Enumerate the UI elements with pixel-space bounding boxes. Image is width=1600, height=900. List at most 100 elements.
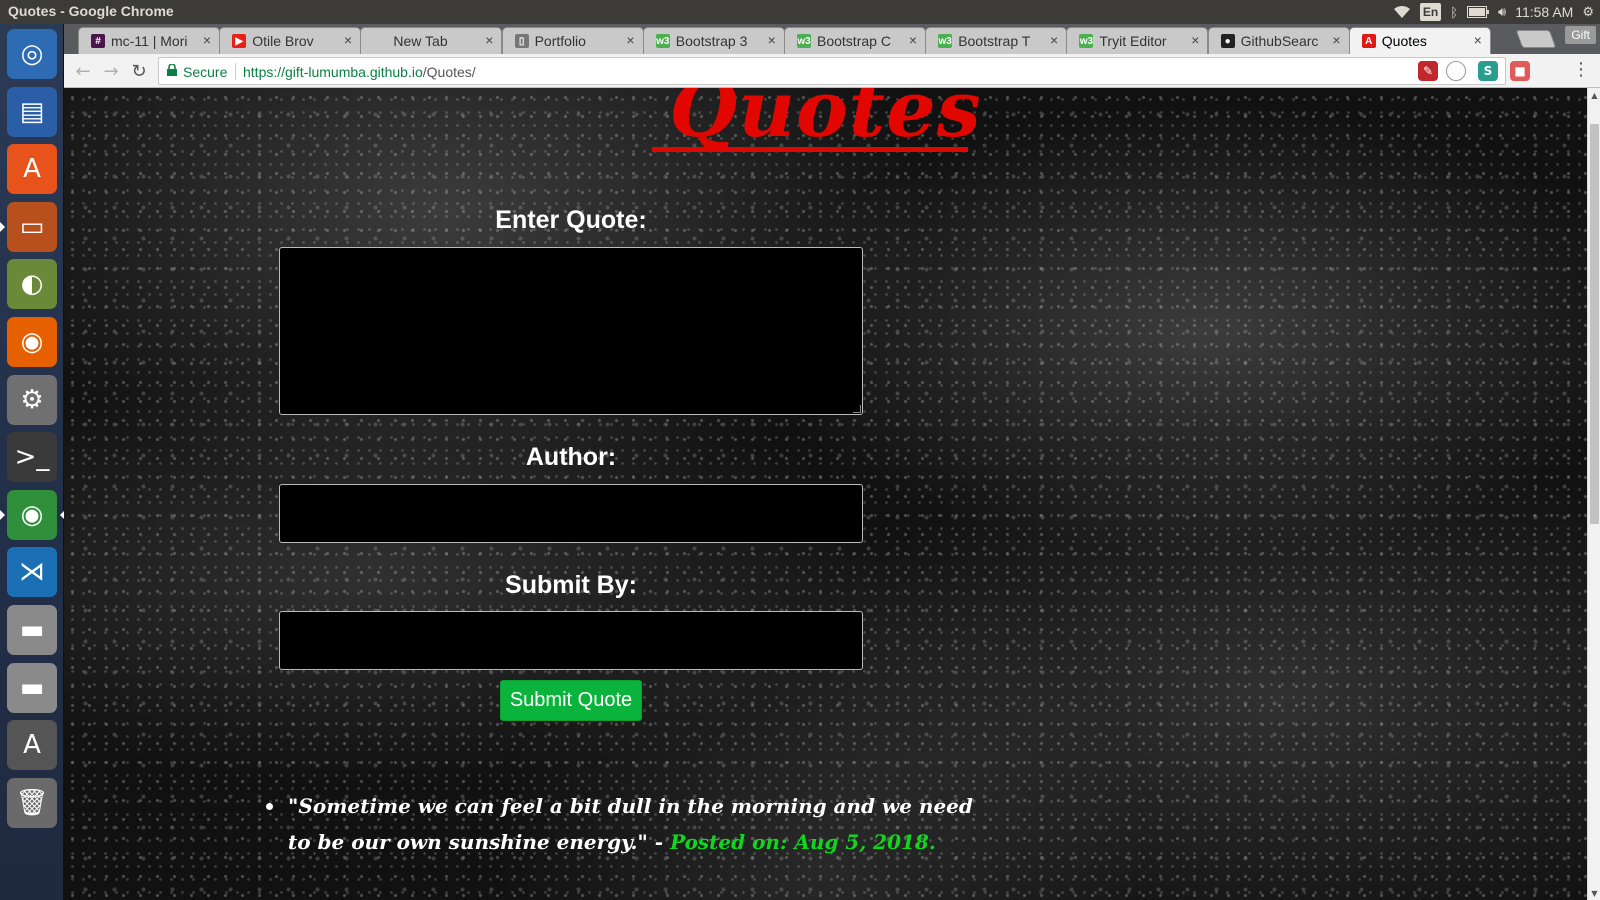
trash-icon[interactable]: 🗑	[7, 777, 57, 828]
profile-button[interactable]: Gift	[1565, 26, 1596, 44]
address-bar[interactable]: Secure https://gift-lumumba.github.io/Qu…	[158, 57, 1506, 85]
battery-icon[interactable]	[1467, 3, 1490, 21]
tab-2[interactable]: New Tab ×	[360, 27, 503, 54]
scroll-down-arrow-icon[interactable]: ▼	[1588, 886, 1600, 900]
ubuntu-dash-glyph: ◎	[20, 39, 44, 69]
close-icon[interactable]: ×	[1474, 32, 1482, 48]
close-icon[interactable]: ×	[203, 32, 211, 48]
close-icon[interactable]: ×	[485, 32, 493, 48]
author-label: Author:	[525, 443, 617, 471]
software-updater-glyph: A	[23, 730, 41, 761]
bluetooth-icon[interactable]: ᛒ	[1450, 3, 1458, 21]
submit-by-input[interactable]	[279, 611, 863, 670]
system-settings-icon[interactable]: ⚙	[7, 374, 57, 425]
quote-list: "Sometime we can feel a bit dull in the …	[264, 788, 984, 860]
resize-handle[interactable]	[853, 405, 861, 413]
page-title: Quotes	[669, 88, 982, 155]
writer-glyph: ▤	[19, 96, 45, 127]
tab-favicon-icon	[373, 34, 387, 48]
lock-icon	[167, 64, 177, 76]
close-icon[interactable]: ×	[909, 32, 917, 48]
page-scrollbar[interactable]: ▲ ▼	[1587, 88, 1600, 900]
tab-favicon-icon: w3	[797, 34, 811, 48]
extension-camera-icon[interactable]: ■	[1510, 61, 1530, 81]
extension-red-icon[interactable]: ✎	[1418, 61, 1438, 81]
system-tray: En ᛒ 🔊︎ 11:58 AM ⚙	[1393, 0, 1594, 24]
list-item: "Sometime we can feel a bit dull in the …	[264, 788, 984, 860]
close-icon[interactable]: ×	[1332, 32, 1340, 48]
close-icon[interactable]: ×	[768, 32, 776, 48]
running-indicator	[0, 221, 5, 232]
tab-6[interactable]: w3 Bootstrap T ×	[925, 27, 1068, 54]
system-settings-glyph: ⚙	[20, 384, 44, 415]
author-input[interactable]	[279, 484, 863, 543]
tab-0[interactable]: # mc-11 | Mori ×	[78, 27, 220, 54]
new-tab-button[interactable]	[1515, 30, 1557, 48]
close-icon[interactable]: ×	[344, 32, 352, 48]
extension-circle-icon[interactable]	[1446, 61, 1466, 81]
wifi-icon[interactable]	[1393, 3, 1411, 21]
tab-3[interactable]: ▯ Portfolio ×	[501, 27, 644, 54]
files-icon[interactable]: ▭	[7, 201, 57, 252]
divider	[235, 63, 236, 80]
tab-4[interactable]: w3 Bootstrap 3 ×	[642, 27, 785, 54]
close-icon[interactable]: ×	[1050, 32, 1058, 48]
vscode-glyph: ⋊	[19, 557, 45, 588]
drive-2-glyph: ▬	[19, 672, 45, 703]
tab-favicon-icon: ▶	[232, 34, 247, 48]
scroll-thumb[interactable]	[1590, 124, 1599, 524]
disk-usage-glyph: ◐	[20, 269, 44, 300]
keyboard-layout-indicator[interactable]: En	[1419, 3, 1442, 21]
url-path: /Quotes/	[422, 64, 476, 80]
window-title: Quotes - Google Chrome	[8, 3, 174, 19]
tab-favicon-icon: A	[1361, 34, 1376, 48]
firefox-icon[interactable]: ◉	[7, 317, 57, 367]
software-center-icon[interactable]: A	[7, 144, 57, 195]
vscode-icon[interactable]: ⋊	[7, 547, 57, 598]
page-viewport: Quotes Enter Quote: Author: Submit By: S…	[64, 88, 1587, 900]
extension-s-icon[interactable]: S	[1478, 61, 1498, 81]
url-text[interactable]: https://gift-lumumba.github.io/Quotes/	[243, 64, 476, 80]
tab-favicon-icon: ●	[1220, 34, 1235, 48]
tab-5[interactable]: w3 Bootstrap C ×	[784, 27, 926, 54]
tab-favicon-icon: w3	[655, 34, 670, 48]
close-icon[interactable]: ×	[626, 32, 634, 48]
tab-1[interactable]: ▶ Otile Brov ×	[219, 27, 362, 54]
drive-icon-2[interactable]: ▬	[7, 662, 57, 713]
drive-icon-1[interactable]: ▬	[7, 605, 57, 655]
top-panel: Quotes - Google Chrome En ᛒ 🔊︎ 11:58 AM …	[0, 0, 1600, 24]
firefox-glyph: ◉	[20, 327, 44, 357]
reload-icon[interactable]: ↻	[126, 58, 152, 84]
tab-9[interactable]: A Quotes ×	[1348, 27, 1491, 54]
ubuntu-dash-icon[interactable]: ◎	[7, 29, 57, 79]
settings-gear-icon[interactable]: ⚙	[1582, 3, 1594, 21]
terminal-icon[interactable]: >_	[7, 432, 57, 483]
quote-textarea[interactable]	[279, 247, 863, 415]
url-host: https://gift-lumumba.github.io	[243, 64, 423, 80]
chrome-icon[interactable]: ◉	[7, 489, 57, 540]
scroll-up-arrow-icon[interactable]: ▲	[1588, 88, 1600, 102]
volume-icon[interactable]: 🔊︎	[1498, 3, 1506, 21]
close-icon[interactable]: ×	[1191, 32, 1199, 48]
chrome-glyph: ◉	[20, 499, 44, 530]
clock[interactable]: 11:58 AM	[1515, 3, 1573, 21]
posted-date: Posted on: Aug 5, 2018.	[670, 830, 936, 854]
tab-7[interactable]: w3 Tryit Editor ×	[1066, 27, 1209, 54]
secure-label: Secure	[183, 64, 228, 80]
back-arrow-icon[interactable]: ←	[70, 58, 96, 84]
files-glyph: ▭	[19, 211, 45, 242]
forward-arrow-icon[interactable]: →	[98, 58, 124, 84]
chrome-menu-icon[interactable]: ⋮	[1572, 59, 1590, 80]
software-center-glyph: A	[23, 154, 41, 185]
quote-label: Enter Quote:	[495, 206, 647, 234]
submit-quote-button[interactable]: Submit Quote	[500, 680, 642, 721]
running-indicator	[0, 509, 5, 520]
tab-favicon-icon: w3	[938, 34, 953, 48]
disk-usage-icon[interactable]: ◐	[7, 259, 57, 310]
software-updater-icon[interactable]: A	[7, 720, 57, 771]
tab-8[interactable]: ● GithubSearc ×	[1207, 27, 1350, 54]
drive-1-glyph: ▬	[19, 615, 45, 645]
tab-favicon-icon: w3	[1079, 34, 1094, 48]
writer-icon[interactable]: ▤	[7, 86, 57, 137]
terminal-glyph: >_	[14, 442, 50, 473]
